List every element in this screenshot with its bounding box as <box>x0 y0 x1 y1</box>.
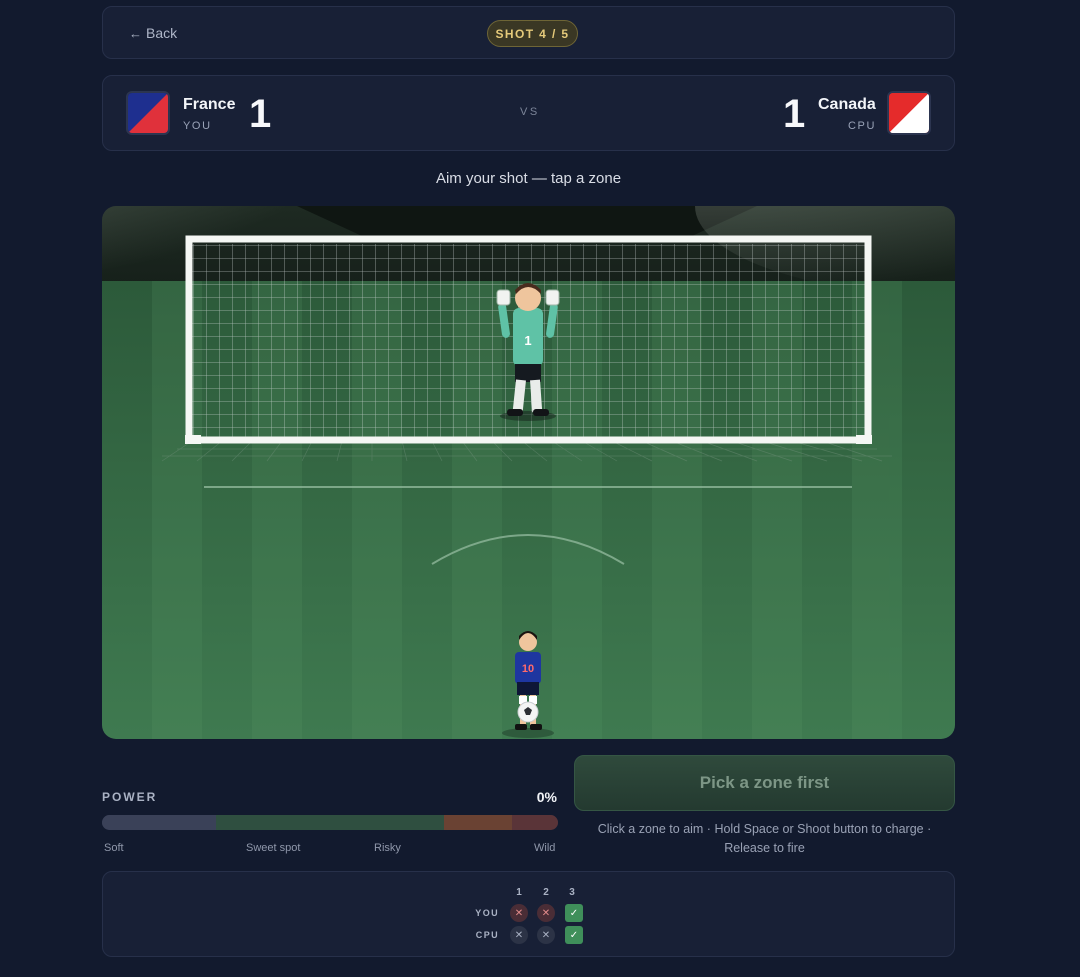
column-header-3: 3 <box>569 887 575 898</box>
shot-history-board: 1 2 3 YOU ✕ ✕ ✓ CPU ✕ ✕ ✓ <box>102 871 955 957</box>
shot-counter-badge: SHOT 4 / 5 <box>487 20 578 47</box>
power-label: POWER <box>102 790 158 804</box>
aim-instruction: Aim your shot — tap a zone <box>435 170 622 187</box>
score-card: France YOU 1 VS 1 Canada CPU <box>102 75 955 151</box>
result-miss-icon: ✕ <box>537 904 555 922</box>
controls-help-line-2: Release to fire <box>724 841 805 855</box>
column-header-2: 2 <box>543 887 549 898</box>
power-tick-sweet-spot: Sweet spot <box>246 842 301 854</box>
shooter-number: 10 <box>522 663 534 675</box>
top-bar: ← Back SHOT 4 / 5 <box>102 6 955 59</box>
result-goal-icon: ✓ <box>565 926 583 944</box>
power-tick-risky: Risky <box>374 842 401 854</box>
away-team-score: 1 <box>783 92 806 136</box>
power-tick-soft: Soft <box>104 842 124 854</box>
controls-help-line-1: Click a zone to aim · Hold Space or Shoo… <box>597 822 932 836</box>
home-team-name: France <box>183 96 236 113</box>
power-value: 0% <box>536 789 557 805</box>
keeper-number: 1 <box>524 333 531 348</box>
row-label-cpu: CPU <box>475 930 499 940</box>
home-team-score: 1 <box>249 92 272 136</box>
power-zone-sweet-spot <box>216 815 444 830</box>
controls-help-text: Click a zone to aim · Hold Space or Shoo… <box>574 820 955 858</box>
result-goal-icon: ✓ <box>565 904 583 922</box>
power-tick-wild: Wild <box>534 842 556 854</box>
shoot-button[interactable]: Pick a zone first <box>574 755 955 811</box>
power-meter <box>102 815 558 830</box>
power-zone-soft <box>102 815 216 830</box>
back-label: Back <box>146 25 178 41</box>
home-team-role: YOU <box>183 120 212 132</box>
power-zone-risky <box>444 815 513 830</box>
penalty-pitch[interactable]: 1 10 <box>102 206 955 739</box>
result-miss-icon: ✕ <box>510 904 528 922</box>
canada-flag-icon <box>887 91 931 135</box>
arrow-left-icon: ← <box>129 25 142 41</box>
vs-label: VS <box>520 106 540 118</box>
away-team-role: CPU <box>848 120 877 132</box>
away-team-name: Canada <box>818 96 876 113</box>
back-button[interactable]: ← Back <box>129 25 177 41</box>
result-miss-icon: ✕ <box>510 926 528 944</box>
column-header-1: 1 <box>516 887 522 898</box>
row-label-you: YOU <box>475 908 499 918</box>
result-miss-icon: ✕ <box>537 926 555 944</box>
power-zone-wild <box>512 815 558 830</box>
france-flag-icon <box>126 91 170 135</box>
